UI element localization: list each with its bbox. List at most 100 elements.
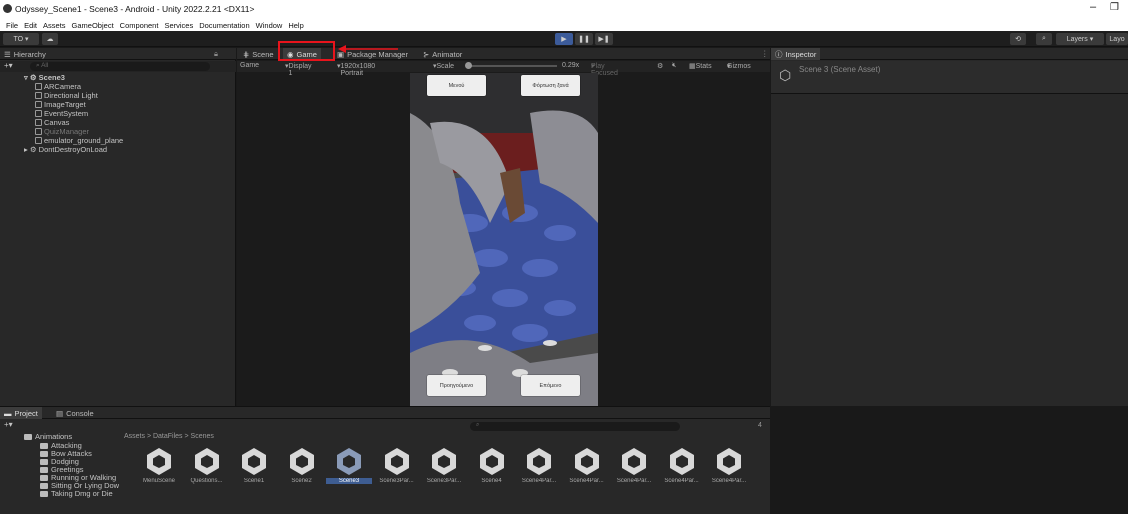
hierarchy-search-input[interactable]: ⌕ All bbox=[30, 62, 210, 71]
tab-console[interactable]: ▤ Console bbox=[52, 407, 98, 419]
layout-dropdown[interactable]: Layo bbox=[1106, 33, 1128, 45]
scene-asset-tile[interactable]: Scene4Par... bbox=[611, 446, 657, 484]
step-button[interactable]: ▶❚ bbox=[595, 33, 613, 45]
reload-button[interactable]: Φόρτωση ξανά bbox=[521, 75, 580, 96]
unity-scene-icon bbox=[384, 448, 409, 475]
hierarchy-item[interactable]: Directional Light bbox=[35, 91, 98, 100]
inspector-tabbar: ⓘ Inspector bbox=[771, 48, 1128, 60]
unity-scene-icon bbox=[289, 448, 314, 475]
project-search-input[interactable]: ⌕ bbox=[470, 422, 680, 431]
scene-asset-tile[interactable]: Questions... bbox=[184, 446, 230, 484]
menu-edit[interactable]: Edit bbox=[24, 21, 37, 30]
asset-count-badge: 4 bbox=[758, 422, 762, 429]
main-toolbar: TO ▾ ☁ ▶ ❚❚ ▶❚ ⟲ ⌕ Layers ▾ Layo bbox=[0, 31, 1128, 47]
hierarchy-item-label: EventSystem bbox=[44, 109, 89, 118]
mute-audio-icon[interactable]: 🔇︎ bbox=[672, 62, 676, 70]
hierarchy-item[interactable]: Canvas bbox=[35, 118, 69, 127]
hierarchy-item-label: ARCamera bbox=[44, 82, 82, 91]
cloud-icon[interactable]: ☁ bbox=[42, 33, 58, 45]
scale-label: Scale bbox=[436, 63, 455, 70]
pause-button[interactable]: ❚❚ bbox=[575, 33, 593, 45]
asset-label: Scene4Par... bbox=[664, 478, 699, 484]
stats-button[interactable]: ▦ Stats bbox=[689, 62, 712, 70]
gizmos-dropdown[interactable]: Gizmos ▾ bbox=[727, 62, 751, 70]
unity-scene-icon bbox=[337, 448, 361, 475]
hierarchy-item-label: QuizManager bbox=[44, 127, 90, 136]
layers-dropdown[interactable]: Layers ▾ bbox=[1056, 33, 1104, 45]
title-bar: Odyssey_Scene1 - Scene3 - Android - Unit… bbox=[0, 0, 1128, 19]
tab-project[interactable]: ▬ Project bbox=[0, 407, 42, 419]
play-button[interactable]: ▶ bbox=[555, 33, 573, 45]
scene-asset-tile[interactable]: Scene4Par... bbox=[659, 446, 705, 484]
hierarchy-scene-row[interactable]: ▸ ⚙︎ DontDestroyOnLoad bbox=[24, 145, 107, 154]
play-focused-dropdown[interactable]: Play Focused ▾ bbox=[591, 62, 618, 77]
scene-asset-tile[interactable]: Scene4 bbox=[469, 446, 515, 484]
resolution-dropdown[interactable]: ▾ 1920x1080 Portrait bbox=[337, 62, 375, 77]
scene-asset-tile[interactable]: Scene3Par... bbox=[421, 446, 467, 484]
menu-help[interactable]: Help bbox=[288, 21, 303, 30]
hierarchy-item[interactable]: QuizManager bbox=[35, 127, 89, 136]
menu-button[interactable]: Μενού bbox=[427, 75, 486, 96]
display-label: Display 1 bbox=[288, 63, 312, 77]
minimize-button[interactable]: – bbox=[1090, 1, 1096, 13]
tab-inspector[interactable]: ⓘ Inspector bbox=[771, 48, 821, 60]
previous-button[interactable]: Προηγούμενο bbox=[427, 375, 486, 396]
scene-asset-tile[interactable]: Scene3Par... bbox=[374, 446, 420, 484]
add-icon[interactable]: +▾ bbox=[4, 61, 13, 70]
scale-slider-handle[interactable] bbox=[465, 62, 472, 69]
tab-game[interactable]: ◉ Game bbox=[283, 48, 321, 60]
project-add-icon[interactable]: +▾ bbox=[4, 420, 13, 429]
resolution-label: 1920x1080 Portrait bbox=[340, 63, 376, 77]
scene-asset-tile[interactable]: Scene4Par... bbox=[516, 446, 562, 484]
hierarchy-item[interactable]: ImageTarget bbox=[35, 100, 86, 109]
menu-assets[interactable]: Assets bbox=[43, 21, 66, 30]
hierarchy-item-label: emulator_ground_plane bbox=[44, 136, 124, 145]
menu-button-label: Μενού bbox=[448, 82, 465, 89]
vr-icon[interactable]: ⚙ bbox=[657, 62, 663, 70]
folder-icon bbox=[40, 491, 48, 497]
game-render-viewport[interactable]: Μενού Φόρτωση ξανά Προηγούμενο Επόμενο bbox=[410, 73, 598, 406]
menu-documentation[interactable]: Documentation bbox=[199, 21, 249, 30]
scene-asset-tile[interactable]: Scene3 bbox=[326, 446, 372, 484]
project-tabbar: ▬ Project ▤ Console bbox=[0, 407, 770, 419]
tab-hierarchy[interactable]: ☰ Hierarchy bbox=[0, 48, 50, 60]
maximize-button[interactable]: ❐ bbox=[1110, 2, 1119, 13]
game-view-panel: ⋕ Scene ◉ Game ▣ Package Manager ⊱ Anima… bbox=[237, 48, 770, 406]
menu-component[interactable]: Component bbox=[120, 21, 159, 30]
scale-value: 0.29x bbox=[562, 62, 580, 69]
scene-asset-tile[interactable]: MenuScene bbox=[136, 446, 182, 484]
asset-label: Scene4Par... bbox=[521, 478, 557, 484]
tab-animator[interactable]: ⊱ Animator bbox=[419, 48, 466, 60]
next-button[interactable]: Επόμενο bbox=[521, 375, 580, 396]
menu-file[interactable]: File bbox=[6, 21, 18, 30]
scene-asset-tile[interactable]: Scene4Par... bbox=[564, 446, 610, 484]
account-dropdown[interactable]: TO ▾ bbox=[3, 33, 39, 45]
hierarchy-item[interactable]: EventSystem bbox=[35, 109, 88, 118]
folder-label: Animations bbox=[35, 432, 73, 441]
lock-icon[interactable]: 🔒︎ bbox=[214, 49, 218, 59]
hierarchy-scene-row[interactable]: ▿ ⚙︎ Scene3 bbox=[24, 73, 65, 82]
menu-window[interactable]: Window bbox=[256, 21, 283, 30]
unity-scene-icon bbox=[622, 448, 646, 475]
hierarchy-search-row: +▾ ⌕ All bbox=[0, 61, 236, 72]
unity-scene-icon bbox=[574, 448, 599, 475]
menu-gameobject[interactable]: GameObject bbox=[72, 21, 114, 30]
asset-label: Questions... bbox=[190, 478, 223, 484]
menu-services[interactable]: Services bbox=[164, 21, 193, 30]
history-icon[interactable]: ⟲ bbox=[1010, 33, 1026, 45]
scene-asset-tile[interactable]: Scene2 bbox=[279, 446, 325, 484]
more-options-icon[interactable]: ⋮ bbox=[761, 49, 769, 58]
scene-asset-tile[interactable]: Scene1 bbox=[231, 446, 277, 484]
game-mode-dropdown[interactable]: Game bbox=[240, 62, 259, 69]
scale-slider[interactable] bbox=[467, 65, 557, 67]
scene-asset-tile[interactable]: Scene4Par... bbox=[706, 446, 752, 484]
game-view-controls: Game ▾ Display 1 ▾ 1920x1080 Portrait ▾ … bbox=[237, 61, 770, 77]
project-folder[interactable]: Animations bbox=[24, 432, 72, 441]
display-dropdown[interactable]: ▾ Display 1 bbox=[285, 62, 311, 77]
hierarchy-tabbar: ☰ Hierarchy 🔒︎ bbox=[0, 48, 236, 60]
project-folder[interactable]: Taking Dmg or Die bbox=[40, 489, 113, 498]
hierarchy-item[interactable]: ARCamera bbox=[35, 82, 81, 91]
tab-scene[interactable]: ⋕ Scene bbox=[239, 48, 278, 60]
hierarchy-item[interactable]: emulator_ground_plane bbox=[35, 136, 123, 145]
search-icon[interactable]: ⌕ bbox=[1036, 33, 1052, 45]
